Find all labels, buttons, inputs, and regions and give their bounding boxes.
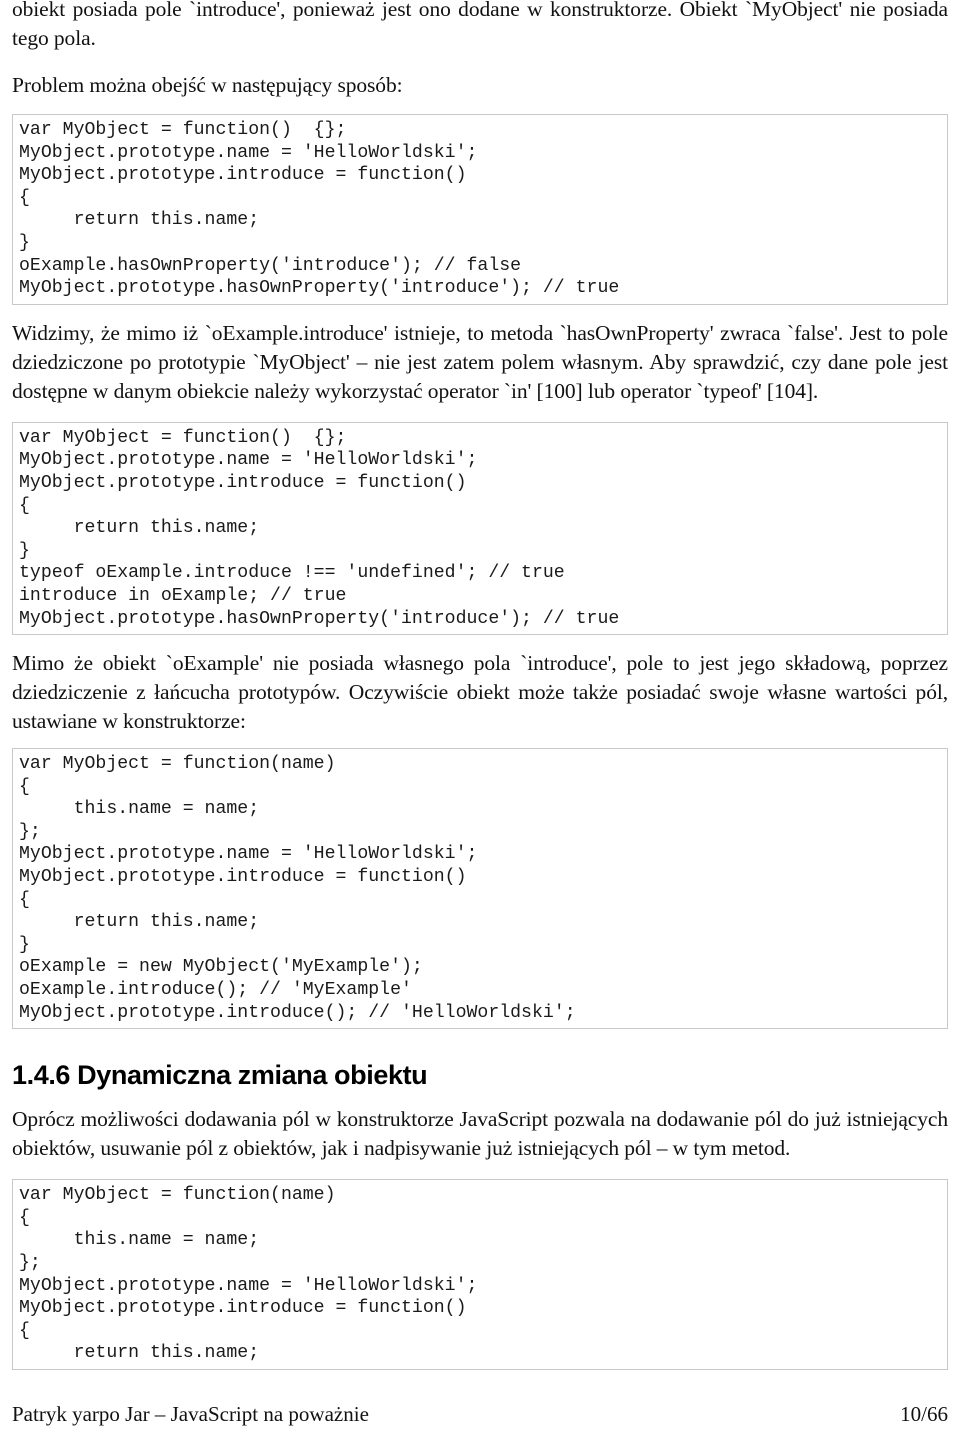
section-paragraph: Oprócz możliwości dodawania pól w konstr… <box>12 1107 948 1161</box>
code-block-3: var MyObject = function(name) { this.nam… <box>12 748 948 1030</box>
page-footer: Patryk yarpo Jar – JavaScript na poważni… <box>12 1402 948 1427</box>
workaround-paragraph: Problem można obejść w następujący sposó… <box>12 73 403 97</box>
code-block-2-text: var MyObject = function() {}; MyObject.p… <box>19 427 620 629</box>
code-block-4: var MyObject = function(name) { this.nam… <box>12 1179 948 1370</box>
code-block-1: var MyObject = function() {}; MyObject.p… <box>12 114 948 305</box>
footer-page-number: 10/66 <box>900 1402 948 1426</box>
document-page: obiekt posiada pole `introduce', poniewa… <box>0 0 960 1435</box>
code-block-2: var MyObject = function() {}; MyObject.p… <box>12 421 948 636</box>
footer-author: Patryk yarpo Jar – JavaScript na poważni… <box>12 1402 369 1426</box>
explanation-paragraph: Widzimy, że mimo iż `oExample.introduce'… <box>12 320 948 403</box>
section-heading: 1.4.6 Dynamiczna zmiana obiektu <box>12 1060 428 1091</box>
code-block-3-text: var MyObject = function(name) { this.nam… <box>19 754 576 1023</box>
inheritance-paragraph: Mimo że obiekt `oExample' nie posiada wł… <box>12 651 948 734</box>
intro-paragraph: obiekt posiada pole `introduce', poniewa… <box>12 0 948 50</box>
code-block-4-text: var MyObject = function(name) { this.nam… <box>19 1185 478 1364</box>
code-block-1-text: var MyObject = function() {}; MyObject.p… <box>19 120 620 299</box>
